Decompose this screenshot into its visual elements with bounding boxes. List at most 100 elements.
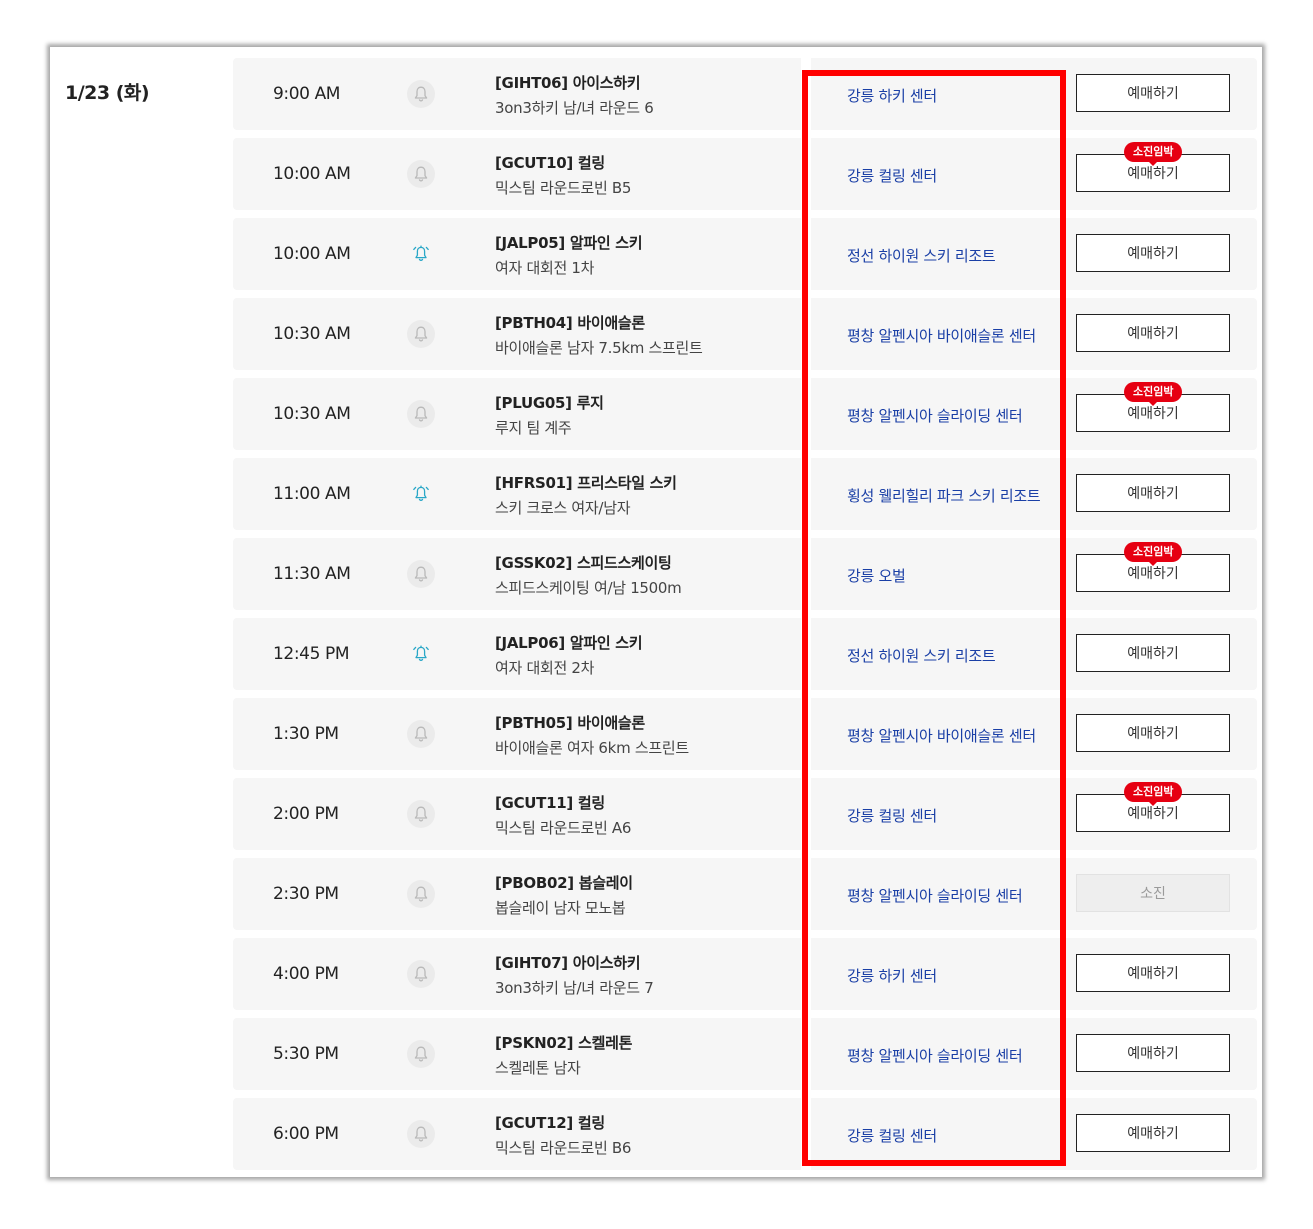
bell-glyph [414, 966, 428, 982]
venue-link[interactable]: 강릉 하키 센터 [847, 85, 937, 106]
event-time: 10:30 AM [273, 404, 351, 424]
event-title: [PSKN02] 스켈레톤 [495, 1034, 633, 1052]
bell-ringing-icon[interactable] [407, 640, 435, 668]
bell-ringing-icon[interactable] [407, 480, 435, 508]
venue-link[interactable]: 정선 하이원 스키 리조트 [847, 645, 996, 666]
book-button[interactable]: 예매하기 [1076, 74, 1230, 112]
event-row: 5:30 PM [PSKN02] 스켈레톤 스켈레톤 남자 평창 알펜시아 슬라… [233, 1018, 1257, 1090]
date-label: 1/23 (화) [65, 82, 150, 104]
bell-icon[interactable] [407, 160, 435, 188]
event-row: 12:45 PM [JALP06] 알파인 스키 여자 대회전 2차 정선 하이… [233, 618, 1257, 690]
event-row: 10:00 AM [JALP05] 알파인 스키 여자 대회전 1차 정선 하이… [233, 218, 1257, 290]
bell-glyph [414, 86, 428, 102]
event-time: 1:30 PM [273, 724, 339, 744]
column-divider [801, 1098, 811, 1170]
book-button[interactable]: 예매하기 [1076, 714, 1230, 752]
event-time: 12:45 PM [273, 644, 350, 664]
bell-glyph [414, 1126, 428, 1142]
column-divider [801, 938, 811, 1010]
event-title: [JALP06] 알파인 스키 [495, 634, 643, 652]
soldout-button: 소진 [1076, 874, 1230, 912]
venue-link[interactable]: 강릉 하키 센터 [847, 965, 937, 986]
event-time: 10:00 AM [273, 244, 351, 264]
bell-icon[interactable] [407, 800, 435, 828]
bell-ringing-icon[interactable] [407, 240, 435, 268]
almost-soldout-badge: 소진임박 [1124, 782, 1183, 806]
event-time: 11:00 AM [273, 484, 351, 504]
column-divider [801, 458, 811, 530]
event-subtitle: 3on3하키 남/녀 라운드 7 [495, 979, 654, 997]
book-button[interactable]: 예매하기 [1076, 1114, 1230, 1152]
column-divider [801, 218, 811, 290]
bell-ringing-glyph [413, 485, 429, 502]
book-button[interactable]: 예매하기 [1076, 634, 1230, 672]
book-button[interactable]: 예매하기 [1076, 1034, 1230, 1072]
bell-icon[interactable] [407, 400, 435, 428]
event-title: [GIHT07] 아이스하키 [495, 954, 641, 972]
column-divider [801, 378, 811, 450]
event-subtitle: 스켈레톤 남자 [495, 1059, 581, 1077]
bell-ringing-glyph [413, 645, 429, 662]
venue-link[interactable]: 강릉 오벌 [847, 565, 906, 586]
column-divider [801, 698, 811, 770]
bell-glyph [414, 726, 428, 742]
event-row: 6:00 PM [GCUT12] 컬링 믹스팀 라운드로빈 B6 강릉 컬링 센… [233, 1098, 1257, 1170]
column-divider [801, 618, 811, 690]
almost-soldout-badge: 소진임박 [1124, 542, 1183, 566]
bell-glyph [414, 326, 428, 342]
venue-link[interactable]: 평창 알펜시아 슬라이딩 센터 [847, 1045, 1023, 1066]
bell-glyph [414, 406, 428, 422]
event-row: 2:30 PM [PBOB02] 봅슬레이 봅슬레이 남자 모노봅 평창 알펜시… [233, 858, 1257, 930]
event-title: [GSSK02] 스피드스케이팅 [495, 554, 672, 572]
event-subtitle: 여자 대회전 1차 [495, 259, 595, 277]
event-title: [PLUG05] 루지 [495, 394, 604, 412]
event-title: [PBTH04] 바이애슬론 [495, 314, 645, 332]
book-button[interactable]: 예매하기 [1076, 234, 1230, 272]
event-time: 2:30 PM [273, 884, 339, 904]
bell-glyph [414, 1046, 428, 1062]
book-button[interactable]: 예매하기 [1076, 474, 1230, 512]
venue-link[interactable]: 평창 알펜시아 바이애슬론 센터 [847, 725, 1036, 746]
event-time: 10:00 AM [273, 164, 351, 184]
bell-icon[interactable] [407, 80, 435, 108]
venue-link[interactable]: 강릉 컬링 센터 [847, 165, 937, 186]
bell-ringing-glyph [413, 245, 429, 262]
venue-link[interactable]: 횡성 웰리힐리 파크 스키 리조트 [847, 485, 1041, 506]
bell-glyph [414, 886, 428, 902]
event-subtitle: 믹스팀 라운드로빈 B6 [495, 1139, 632, 1157]
event-subtitle: 스피드스케이팅 여/남 1500m [495, 579, 682, 597]
book-button[interactable]: 예매하기 [1076, 314, 1230, 352]
bell-icon[interactable] [407, 1040, 435, 1068]
event-subtitle: 바이애슬론 남자 7.5km 스프린트 [495, 339, 703, 357]
event-row: 9:00 AM [GIHT06] 아이스하키 3on3하키 남/녀 라운드 6 … [233, 58, 1257, 130]
almost-soldout-badge: 소진임박 [1124, 142, 1183, 166]
event-time: 11:30 AM [273, 564, 351, 584]
event-row: 10:30 AM [PBTH04] 바이애슬론 바이애슬론 남자 7.5km 스… [233, 298, 1257, 370]
event-title: [GCUT12] 컬링 [495, 1114, 605, 1132]
bell-icon[interactable] [407, 1120, 435, 1148]
venue-link[interactable]: 평창 알펜시아 슬라이딩 센터 [847, 885, 1023, 906]
bell-icon[interactable] [407, 560, 435, 588]
event-title: [PBTH05] 바이애슬론 [495, 714, 645, 732]
bell-icon[interactable] [407, 720, 435, 748]
almost-soldout-badge: 소진임박 [1124, 382, 1183, 406]
bell-icon[interactable] [407, 960, 435, 988]
venue-link[interactable]: 정선 하이원 스키 리조트 [847, 245, 996, 266]
bell-glyph [414, 166, 428, 182]
event-title: [GIHT06] 아이스하키 [495, 74, 641, 92]
event-row: 10:30 AM [PLUG05] 루지 루지 팀 계주 평창 알펜시아 슬라이… [233, 378, 1257, 450]
event-title: [PBOB02] 봅슬레이 [495, 874, 633, 892]
event-subtitle: 봅슬레이 남자 모노봅 [495, 899, 626, 917]
venue-link[interactable]: 강릉 컬링 센터 [847, 1125, 937, 1146]
event-subtitle: 스키 크로스 여자/남자 [495, 499, 631, 517]
column-divider [801, 538, 811, 610]
venue-link[interactable]: 평창 알펜시아 슬라이딩 센터 [847, 405, 1023, 426]
event-row: 11:00 AM [HFRS01] 프리스타일 스키 스키 크로스 여자/남자 … [233, 458, 1257, 530]
event-time: 5:30 PM [273, 1044, 339, 1064]
venue-link[interactable]: 평창 알펜시아 바이애슬론 센터 [847, 325, 1036, 346]
bell-icon[interactable] [407, 880, 435, 908]
column-divider [801, 858, 811, 930]
venue-link[interactable]: 강릉 컬링 센터 [847, 805, 937, 826]
book-button[interactable]: 예매하기 [1076, 954, 1230, 992]
bell-icon[interactable] [407, 320, 435, 348]
